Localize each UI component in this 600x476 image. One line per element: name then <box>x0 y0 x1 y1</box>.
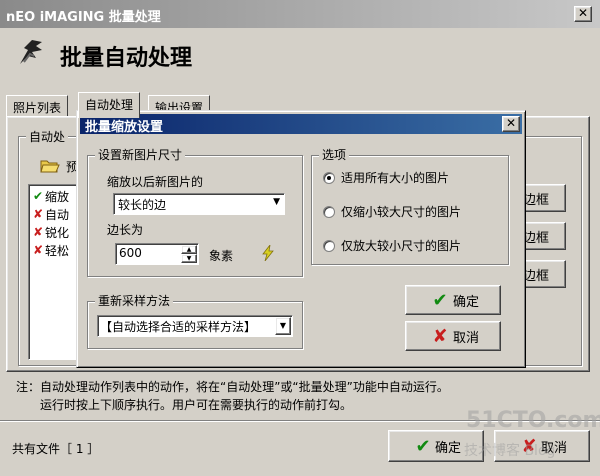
button-label: 边框 <box>523 192 550 208</box>
radio-enlarge-only[interactable]: 仅放大较小尺寸的图片 <box>323 237 461 254</box>
resample-group-label: 重新采样方法 <box>95 292 174 309</box>
radio-selected-icon[interactable] <box>323 171 335 184</box>
spin-up-icon[interactable]: ▲ <box>181 245 197 254</box>
resample-select-value: 【自动选择合适的采样方法】 <box>100 320 257 334</box>
close-icon: ✕ <box>505 116 517 130</box>
folder-open-icon[interactable] <box>40 158 60 174</box>
page-title: 批量自动处理 <box>60 46 193 71</box>
chevron-down-icon[interactable]: ▼ <box>275 317 291 335</box>
edge-select[interactable]: 较长的边 ▼ <box>113 193 285 215</box>
options-group-label: 选项 <box>319 146 350 163</box>
list-item-label: 自动 <box>45 207 70 222</box>
list-item[interactable]: ✘ 自动 <box>31 205 79 223</box>
radio-label: 仅放大较小尺寸的图片 <box>341 239 462 253</box>
tab-label: 自动处理 <box>85 98 134 112</box>
length-spinner[interactable]: 600 ▲ ▼ <box>115 243 199 265</box>
dialog-ok-button[interactable]: ✔ 确定 <box>405 285 501 315</box>
chevron-down-icon[interactable]: ▼ <box>273 197 280 207</box>
note-line-1: 注：自动处理动作列表中的动作，将在“自动处理”或“批量处理”功能中自动运行。 <box>16 380 449 394</box>
button-label: 边框 <box>523 268 550 284</box>
cross-icon[interactable]: ✘ <box>31 207 45 221</box>
button-label: 边框 <box>523 230 550 246</box>
tab-photo-list[interactable]: 照片列表 <box>6 95 69 117</box>
radio-shrink-only[interactable]: 仅缩小较大尺寸的图片 <box>323 203 461 220</box>
list-item[interactable]: ✔ 缩放 <box>31 187 79 205</box>
size-group-label: 设置新图片尺寸 <box>95 146 186 163</box>
button-label: 确定 <box>452 294 479 310</box>
edge-caption: 缩放以后新图片的 <box>107 175 204 189</box>
edge-select-value: 较长的边 <box>118 198 167 212</box>
check-icon: ✔ <box>432 289 448 311</box>
list-item[interactable]: ✘ 轻松 <box>31 241 79 259</box>
resample-select[interactable]: 【自动选择合适的采样方法】 ▼ <box>97 315 293 337</box>
list-item-label: 锐化 <box>45 225 70 240</box>
main-title-text: nEO iMAGING 批量处理 <box>6 10 161 25</box>
close-icon: ✕ <box>577 6 589 20</box>
radio-icon[interactable] <box>323 205 335 218</box>
length-caption: 边长为 <box>107 223 144 237</box>
tab-label: 照片列表 <box>13 101 62 115</box>
note-line-2: 运行时按上下顺序执行。用户可在需要执行的动作前打勾。 <box>40 398 353 412</box>
radio-label: 适用所有大小的图片 <box>341 171 450 185</box>
list-item[interactable]: ✘ 锐化 <box>31 223 79 241</box>
dialog-close-button[interactable]: ✕ <box>502 116 520 132</box>
auto-process-group-label: 自动处 <box>26 128 69 145</box>
watermark-subtitle: 技术博客 Blog <box>464 443 556 459</box>
button-label: 取消 <box>452 330 479 346</box>
tab-auto-process[interactable]: 自动处理 <box>78 92 141 118</box>
list-item-label: 轻松 <box>45 243 70 258</box>
dialog-title-bar: 批量缩放设置 <box>80 114 522 135</box>
lightning-icon[interactable] <box>261 244 275 262</box>
dialog-title: 批量缩放设置 <box>85 120 164 135</box>
action-list[interactable]: ✔ 缩放 ✘ 自动 ✘ 锐化 ✘ 轻松 <box>28 184 82 360</box>
spin-down-icon[interactable]: ▼ <box>181 254 197 263</box>
radio-label: 仅缩小较大尺寸的图片 <box>341 205 462 219</box>
check-icon: ✔ <box>415 435 431 457</box>
length-value: 600 <box>119 246 142 260</box>
main-close-button[interactable]: ✕ <box>574 6 592 22</box>
app-logo-icon <box>14 36 48 70</box>
main-title-bar: nEO iMAGING 批量处理 <box>0 0 600 28</box>
cross-icon[interactable]: ✘ <box>31 225 45 239</box>
watermark-logo: 51CTO.com <box>466 408 600 433</box>
button-label: 确定 <box>434 440 461 456</box>
dialog-cancel-button[interactable]: ✘ 取消 <box>405 321 501 351</box>
cross-icon[interactable]: ✘ <box>31 243 45 257</box>
resize-settings-dialog: 批量缩放设置 ✕ 设置新图片尺寸 缩放以后新图片的 较长的边 ▼ 边长为 600… <box>76 110 526 368</box>
unit-label: 象素 <box>209 249 234 263</box>
list-item-label: 缩放 <box>45 189 70 204</box>
radio-all-sizes[interactable]: 适用所有大小的图片 <box>323 169 449 186</box>
cross-icon: ✘ <box>432 325 448 347</box>
check-icon[interactable]: ✔ <box>31 189 45 203</box>
file-count: 共有文件［ 1 ］ <box>12 442 100 456</box>
radio-icon[interactable] <box>323 239 335 252</box>
